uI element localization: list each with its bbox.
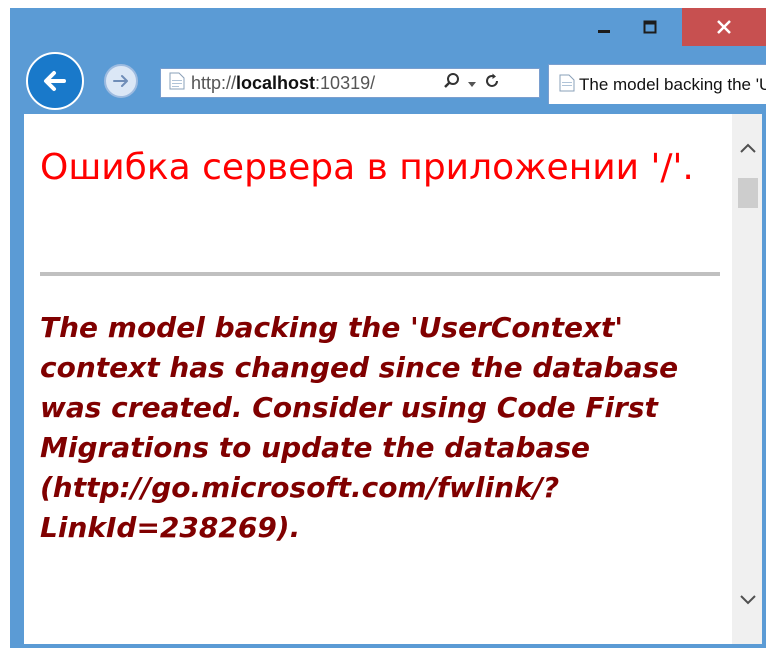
browser-tab[interactable]: The model backing the 'UserContext' cont… [548,64,766,104]
close-button[interactable] [682,8,766,46]
search-icon[interactable] [443,72,461,94]
url-text[interactable]: http://localhost:10319/ [191,73,439,94]
page-icon [169,72,185,94]
tab-title: The model backing the 'UserContext' cont… [579,74,766,94]
back-arrow-icon [44,71,66,91]
vertical-scrollbar[interactable] [732,114,762,644]
back-button[interactable] [26,52,84,110]
divider [40,272,720,276]
minimize-button[interactable] [584,8,624,46]
forward-arrow-icon [113,75,128,87]
error-message: The model backing the 'UserContext' cont… [40,311,679,544]
minimize-icon [598,30,610,33]
maximize-icon [643,20,657,34]
scroll-down-icon[interactable] [738,592,758,611]
page-title: Ошибка сервера в приложении '/'. [40,147,694,188]
close-icon [717,20,731,34]
tab-page-icon [559,74,575,96]
page-content: Ошибка сервера в приложении '/'. The mod… [24,114,762,644]
scroll-thumb[interactable] [738,178,758,208]
dropdown-icon[interactable] [467,74,477,93]
browser-window: http://localhost:10319/ The model backin… [10,8,766,648]
address-bar[interactable]: http://localhost:10319/ [160,68,540,98]
refresh-icon[interactable] [483,72,501,94]
forward-button[interactable] [104,64,138,98]
scroll-up-icon[interactable] [738,140,758,159]
maximize-button[interactable] [630,8,670,46]
